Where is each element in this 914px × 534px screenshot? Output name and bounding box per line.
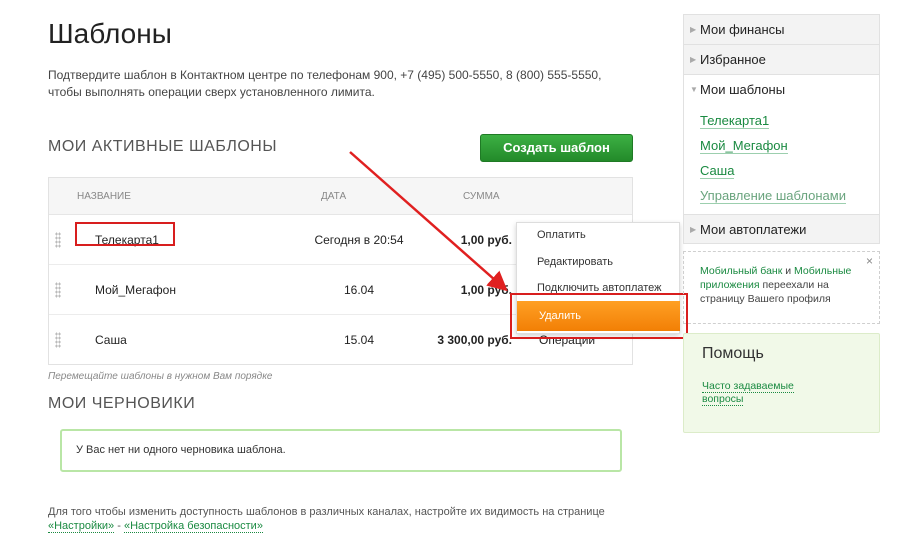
drafts-empty-box: У Вас нет ни одного черновика шаблона. [60,429,622,472]
template-name[interactable]: Саша [95,333,127,347]
template-date: Сегодня в 20:54 [314,233,404,247]
footer-text: Для того чтобы изменить доступность шабл… [48,506,605,518]
sidebar-item-label: Мои автоплатежи [700,222,807,237]
sidebar-template-link[interactable]: Телекарта1 [700,108,879,133]
menu-item-pay[interactable]: Оплатить [537,229,586,241]
security-settings-link[interactable]: «Настройка безопасности» [123,520,263,533]
notice-and: и [782,265,795,277]
intro-text: Подтвердите шаблон в Контактном центре п… [48,68,602,99]
column-sum-header: СУММА [463,191,500,202]
close-icon[interactable]: × [866,254,873,268]
chevron-right-icon: ▶ [690,55,697,64]
active-templates-title: МОИ АКТИВНЫЕ ШАБЛОНЫ [48,138,277,155]
faq-link[interactable]: Часто задаваемые вопросы [702,380,812,406]
drag-handle-icon[interactable] [55,282,61,298]
column-date-header: ДАТА [321,191,347,202]
relocation-notice: × Мобильный банк и Мобильные приложения … [683,251,880,324]
template-sum: 1,00 руб. [460,283,512,297]
template-name-highlight [75,222,175,246]
template-date: 15.04 [343,333,375,347]
create-template-button[interactable]: Создать шаблон [480,134,633,162]
drafts-title: МОИ ЧЕРНОВИКИ [48,395,196,412]
sidebar-item-favorites[interactable]: ▶ Избранное [683,44,880,74]
chevron-right-icon: ▶ [690,25,697,34]
menu-item-edit[interactable]: Редактировать [537,256,613,268]
chevron-down-icon: ▼ [690,85,698,94]
sidebar: ▶ Мои финансы ▶ Избранное ▼ Мои шаблоны … [683,14,880,244]
table-header: НАЗВАНИЕ ДАТА СУММА [49,178,632,215]
sidebar-templates-list: Телекарта1 Мой_Мегафон Саша Управление ш… [683,104,880,214]
template-name[interactable]: Мой_Мегафон [95,283,176,297]
chevron-right-icon: ▶ [690,225,697,234]
footer-separator: - [114,520,124,532]
sidebar-item-finances[interactable]: ▶ Мои финансы [683,14,880,44]
footer-note: Для того чтобы изменить доступность шабл… [48,505,638,533]
column-name-header: НАЗВАНИЕ [77,191,131,202]
page-title: Шаблоны [48,18,172,49]
sidebar-item-label: Мои шаблоны [700,82,786,97]
settings-link[interactable]: «Настройки» [48,520,115,533]
drag-handle-icon[interactable] [55,332,61,348]
drafts-empty-text: У Вас нет ни одного черновика шаблона. [76,444,286,456]
reorder-hint: Перемещайте шаблоны в нужном Вам порядке [48,371,273,382]
sidebar-item-label: Мои финансы [700,22,785,37]
sidebar-item-label: Избранное [700,52,766,67]
sidebar-template-link[interactable]: Мой_Мегафон [700,133,879,158]
template-sum: 1,00 руб. [460,233,512,247]
template-sum: 3 300,00 руб. [437,333,512,347]
mobile-bank-link[interactable]: Мобильный банк [700,265,782,277]
help-title: Помощь [702,345,764,362]
delete-highlight [510,293,688,339]
manage-templates-link[interactable]: Управление шаблонами [700,183,879,208]
drag-handle-icon[interactable] [55,232,61,248]
sidebar-item-autopayments[interactable]: ▶ Мои автоплатежи [683,214,880,244]
sidebar-item-templates[interactable]: ▼ Мои шаблоны [683,74,880,104]
sidebar-template-link[interactable]: Саша [700,158,879,183]
help-box: Помощь Часто задаваемые вопросы [683,333,880,433]
template-date: 16.04 [343,283,375,297]
